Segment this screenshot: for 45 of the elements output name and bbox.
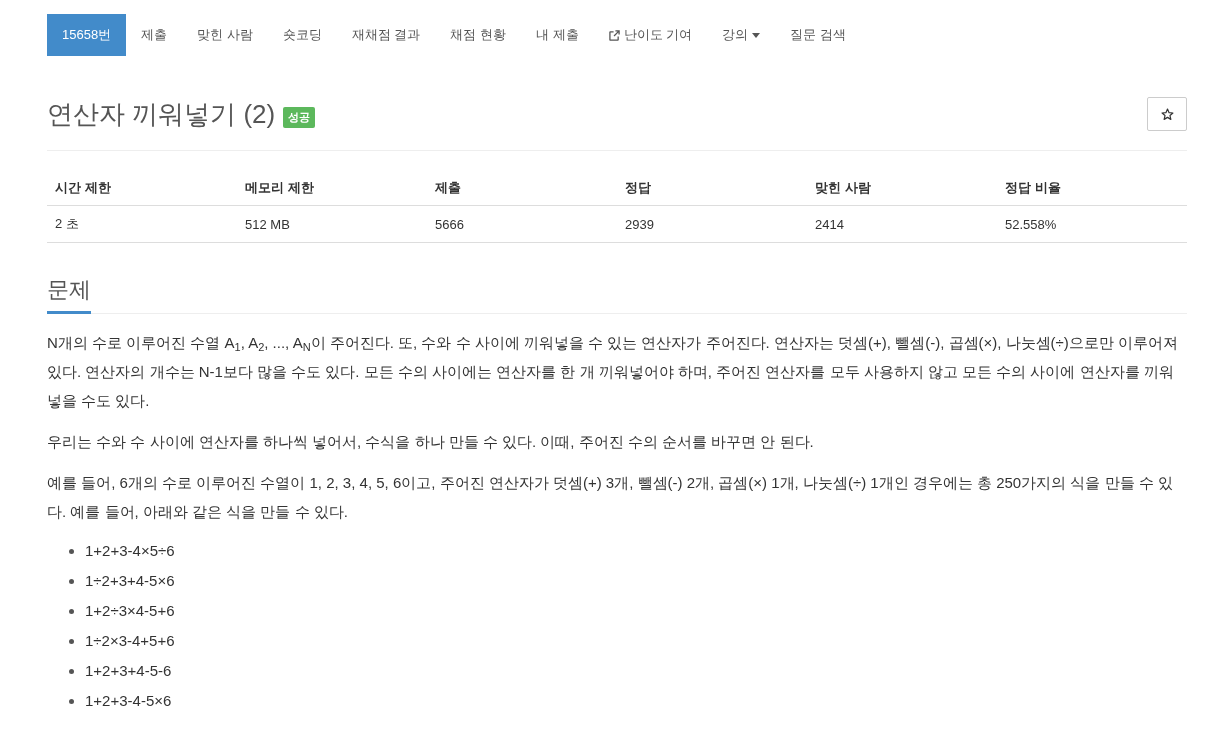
nav-tab[interactable]: 질문 검색	[775, 14, 861, 56]
table-cell: 2414	[807, 205, 997, 243]
table-cell: 2939	[617, 205, 807, 243]
problem-paragraph: N개의 수로 이루어진 수열 A$_{1}$, A$_{2}$, ..., A$_{N}$이 주어진다. 또, 수와 수 사이에 끼워넣을 수 있는 연산자가 주어진다. 연산자는 덧셈(+), 뺄셈(-), 곱셈(×), 나눗셈(÷)으로만 이루어져 있다. 연산자의 개수는 N-1보다 많을 수도 있다. 모든 수의 사이에는 연산자를 한 개 끼워넣어야 하며, 주어진 연산자를 모두 사용하지 않고 모든 수의 사이에 연산자를 끼워넣을 수도 있다.	[47, 333, 1179, 411]
nav-tab-label: 강의	[722, 26, 749, 44]
problem-paragraph: 예를 들어, 6개의 수로 이루어진 수열이 1, 2, 3, 4, 5, 6이고, 주어진 연산자가 덧셈(+) 3개, 뺄셈(-) 2개, 곱셈(×) 1개, 나눗셈(÷) 1개인 경우에는 총 250가지의 식을 만들 수 있다. 예를 들어, 아래와 같은 식을 만들 수 있다.	[47, 473, 1174, 522]
example-expression: 1÷2+3+4-5×6	[85, 571, 175, 591]
table-cell: 5666	[427, 205, 617, 243]
nav-tab[interactable]: 내 제출	[521, 14, 594, 56]
nav-tab[interactable]: 강의	[707, 14, 776, 56]
bullet-icon	[69, 698, 74, 704]
column-header: 메모리 제한	[237, 171, 427, 206]
nav-tab-label: 난이도 기여	[623, 26, 693, 44]
example-expression: 1+2+3+4-5-6	[85, 661, 172, 681]
column-header: 맞힌 사람	[807, 171, 997, 206]
nav-tab[interactable]: 재채점 결과	[336, 14, 436, 56]
column-header: 제출	[427, 171, 617, 206]
bullet-icon	[69, 548, 74, 554]
nav-tab[interactable]: 15658번	[47, 14, 127, 56]
favorite-button[interactable]	[1147, 97, 1187, 131]
column-header: 정답	[617, 171, 807, 206]
nav-tab[interactable]: 난이도 기여	[593, 14, 708, 56]
example-expression: 1+2+3-4×5÷6	[85, 541, 175, 561]
example-expression: 1÷2×3-4+5+6	[85, 631, 175, 651]
nav-tab[interactable]: 맞힌 사람	[182, 14, 268, 56]
section-heading: 문제	[47, 275, 91, 314]
table-cell: 512 MB	[237, 205, 427, 243]
bullet-icon	[69, 578, 74, 584]
bullet-icon	[69, 608, 74, 614]
example-expression: 1+2+3-4-5×6	[85, 691, 172, 711]
bullet-icon	[69, 638, 74, 644]
nav-tab[interactable]: 채점 현황	[435, 14, 522, 56]
nav-tab[interactable]: 제출	[126, 14, 183, 56]
result-badge: 성공	[283, 106, 316, 128]
table-cell: 2 초	[47, 205, 237, 243]
problem-paragraph: 우리는 수와 수 사이에 연산자를 하나씩 넣어서, 수식을 하나 만들 수 있다. 이때, 주어진 수의 순서를 바꾸면 안 된다.	[47, 432, 815, 452]
table-cell: 52.558%	[997, 205, 1187, 243]
nav-tab[interactable]: 숏코딩	[267, 14, 337, 56]
problem-title: 연산자 끼워넣기 (2)	[47, 98, 276, 131]
column-header: 정답 비율	[997, 171, 1187, 206]
column-header: 시간 제한	[47, 171, 237, 206]
example-expression: 1+2÷3×4-5+6	[85, 601, 175, 621]
external-link-icon	[608, 29, 620, 41]
caret-down-icon	[752, 32, 761, 38]
bullet-icon	[69, 668, 74, 674]
